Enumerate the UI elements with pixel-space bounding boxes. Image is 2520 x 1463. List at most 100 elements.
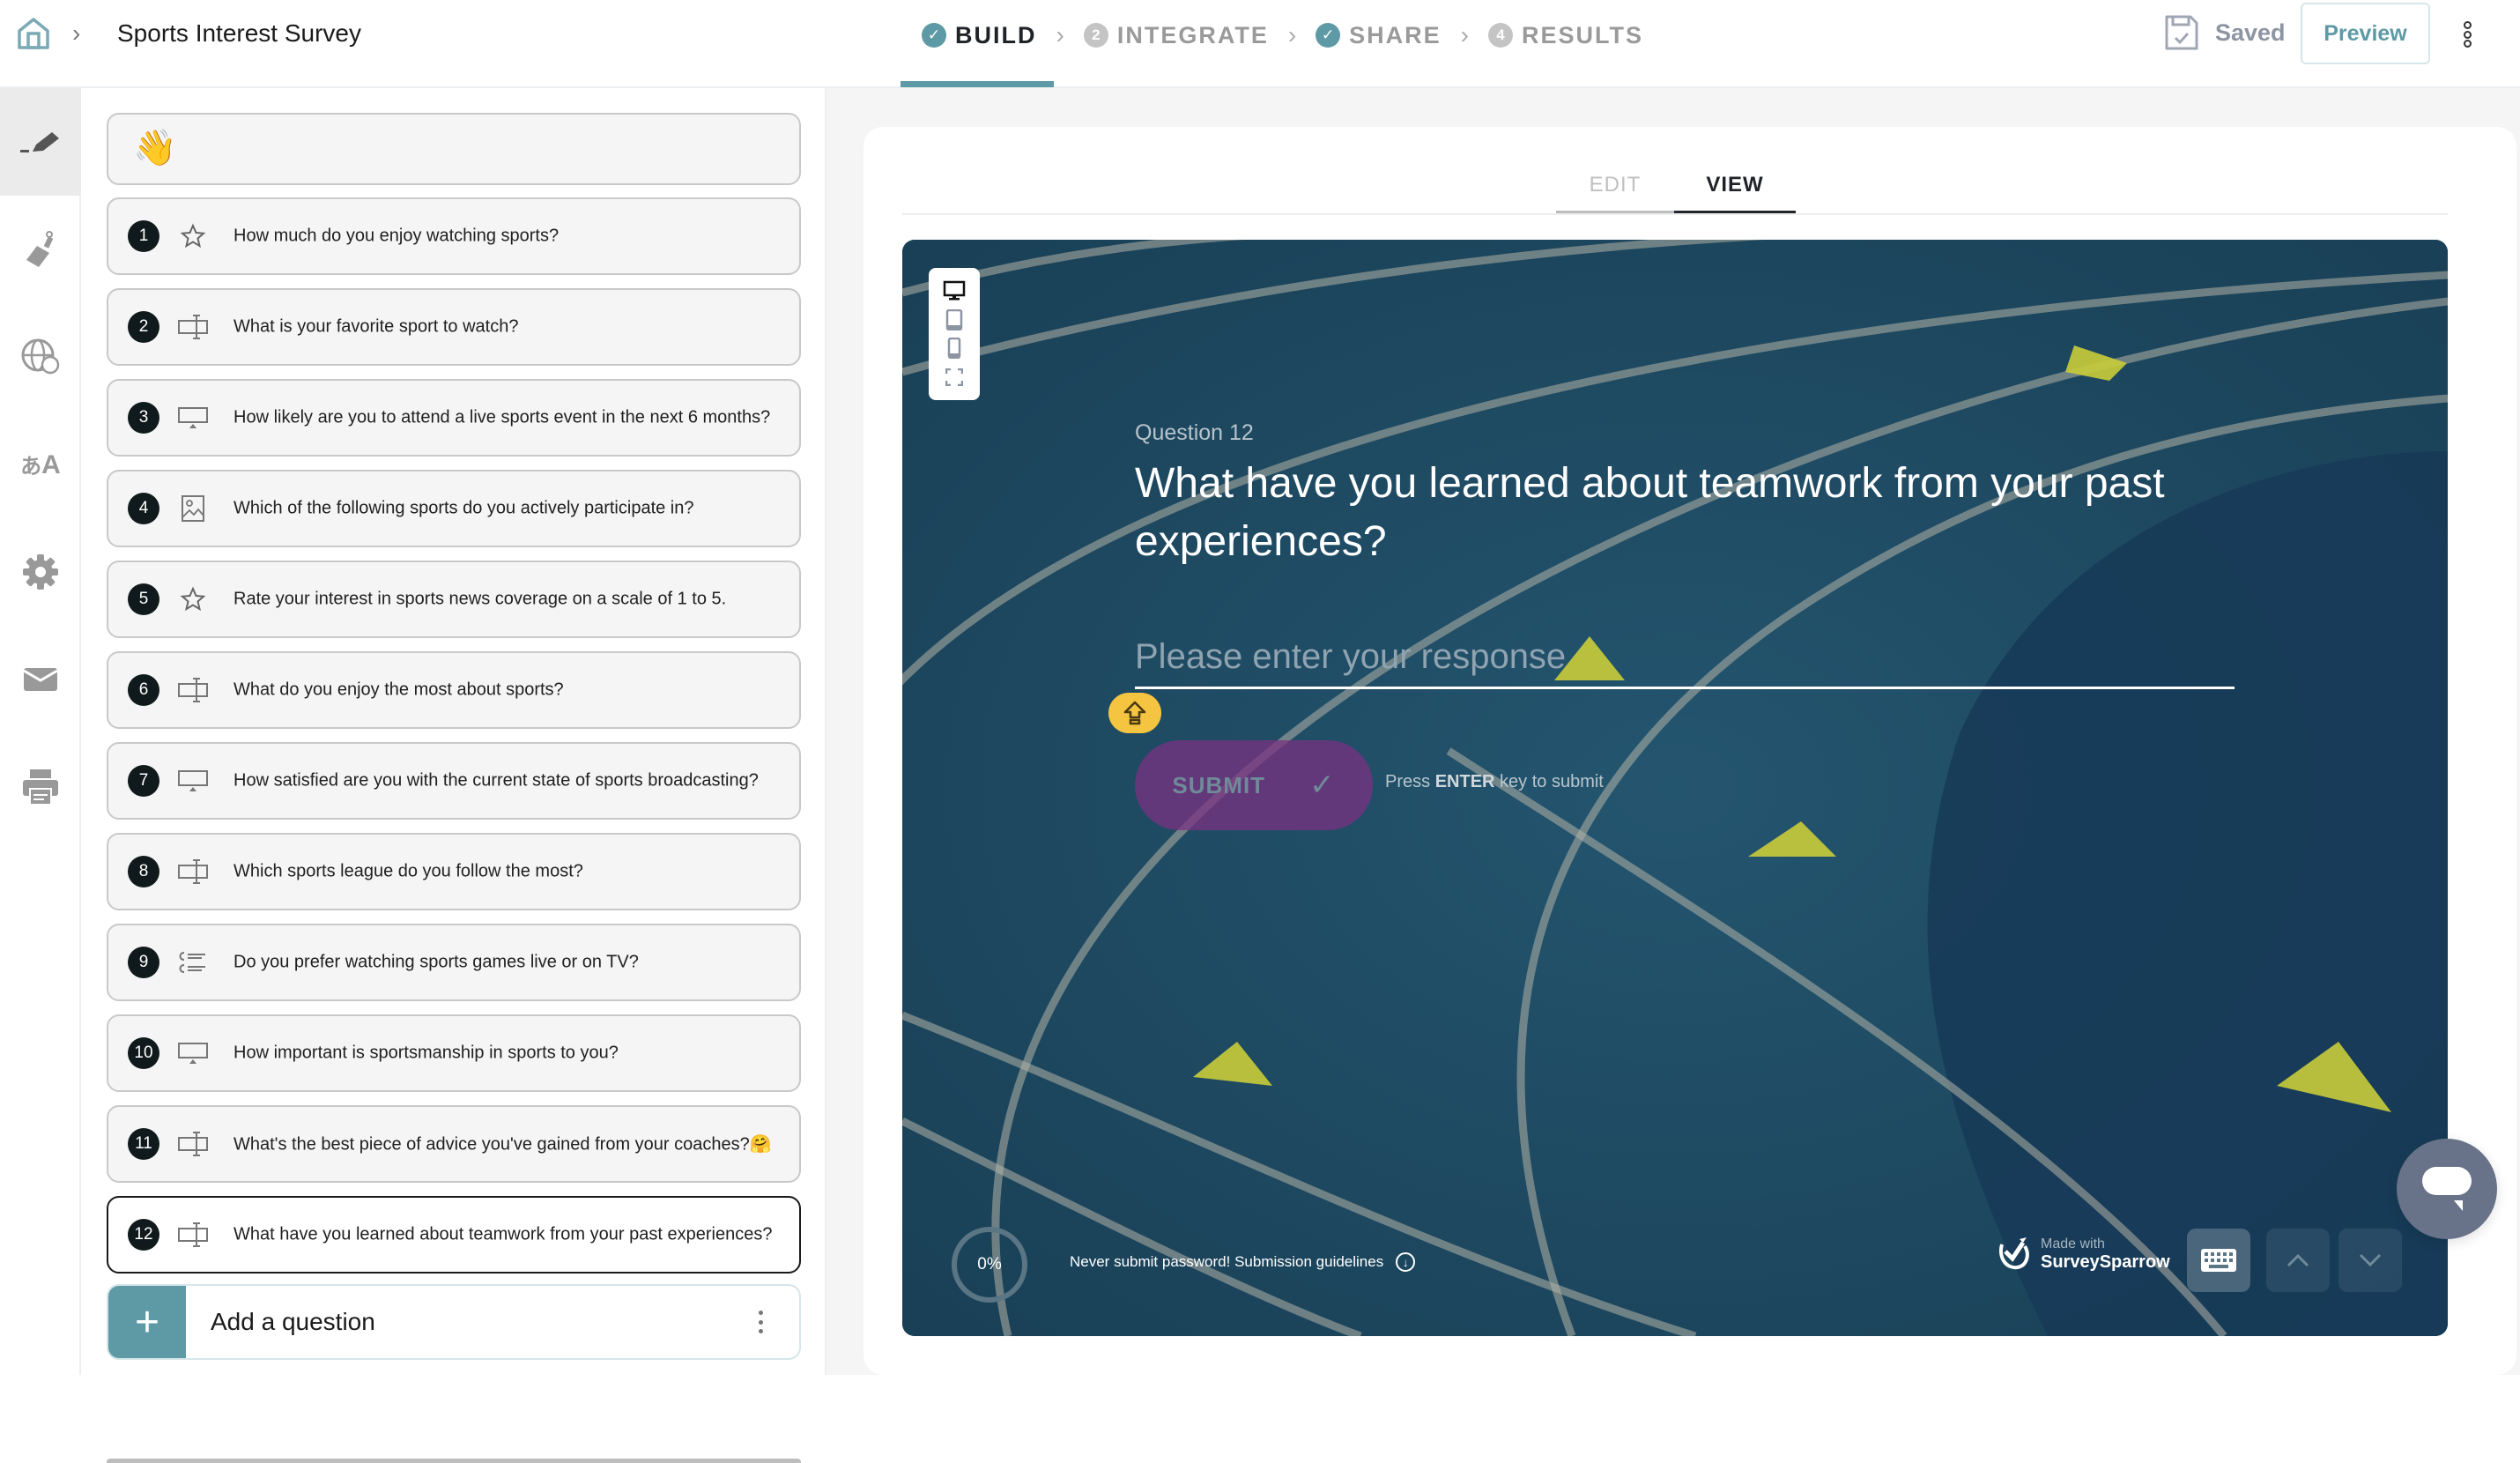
previous-question-button[interactable] [2266, 1229, 2330, 1292]
question-card[interactable]: 6 What do you enjoy the most about sports… [107, 651, 801, 729]
globe-icon [21, 338, 60, 375]
response-input[interactable] [1135, 628, 2235, 689]
progress-indicator: 0% [952, 1227, 1027, 1303]
keyboard-shortcuts-button[interactable] [2187, 1229, 2250, 1292]
question-card[interactable]: 5 Rate your interest in sports news cover… [107, 561, 801, 638]
question-text: Which of the following sports do you act… [233, 498, 694, 518]
star-icon [177, 220, 209, 252]
shift-enter-hint-button[interactable] [1108, 693, 1161, 733]
device-mobile[interactable] [941, 335, 967, 361]
device-switcher [929, 268, 980, 400]
save-status: Saved [2164, 14, 2286, 51]
surveysparrow-logo-icon [1999, 1237, 2029, 1270]
rail-item-print[interactable] [0, 733, 81, 841]
step-share[interactable]: ✓ SHARE [1316, 22, 1442, 49]
rail-item-web[interactable] [0, 303, 81, 411]
text-input-icon [177, 1219, 209, 1251]
editor-tabs: EDIT VIEW [1556, 159, 1796, 215]
arrow-down-circle-icon[interactable]: ↓ [1396, 1252, 1416, 1272]
device-tablet[interactable] [941, 307, 967, 333]
step-chevron-icon: › [1287, 21, 1297, 48]
choice-list-icon [177, 947, 209, 978]
next-question-button[interactable] [2338, 1229, 2402, 1292]
presentation-icon [177, 402, 209, 434]
question-card[interactable]: 10 How important is sportsmanship in spor… [107, 1014, 801, 1092]
question-number-badge: 12 [128, 1219, 159, 1251]
home-icon [18, 18, 49, 49]
check-icon: ✓ [922, 23, 946, 48]
add-question-button[interactable]: + Add a question [107, 1284, 801, 1360]
question-title: What have you learned about teamwork fro… [1135, 460, 2165, 565]
question-card[interactable]: 11 What's the best piece of advice you've… [107, 1105, 801, 1183]
step-label: RESULTS [1522, 21, 1644, 48]
rail-item-build[interactable] [0, 88, 81, 196]
plus-icon: + [108, 1286, 186, 1358]
add-question-label: Add a question [211, 1308, 375, 1335]
question-card[interactable]: 12 What have you learned about teamwork f… [107, 1196, 801, 1274]
mobile-icon [947, 338, 961, 360]
chevron-up-icon [2287, 1253, 2309, 1267]
question-number-badge: 5 [128, 583, 159, 615]
pen-icon [20, 132, 59, 152]
keyboard-icon [2201, 1249, 2236, 1272]
brand-name: SurveySparrow [2041, 1251, 2170, 1272]
question-text: What is your favorite sport to watch? [233, 316, 519, 337]
question-text: How satisfied are you with the current s… [233, 770, 759, 791]
made-with-label: Made with [2041, 1236, 2105, 1251]
question-text: How likely are you to attend a live spor… [233, 407, 771, 427]
step-chevron-icon: › [1460, 21, 1469, 48]
device-desktop[interactable] [941, 278, 967, 304]
question-card[interactable]: 1 How much do you enjoy watching sports? [107, 197, 801, 275]
breadcrumb-chevron-icon: › [72, 19, 81, 47]
question-number-badge: 4 [128, 493, 159, 524]
rail-item-design[interactable] [0, 196, 81, 303]
chevron-down-icon [2359, 1253, 2382, 1267]
question-text: What have you learned about teamwork fro… [233, 1224, 773, 1244]
question-card[interactable]: 9 Do you prefer watching sports games liv… [107, 924, 801, 1001]
more-options-icon[interactable] [2460, 21, 2474, 48]
device-fullscreen[interactable] [941, 364, 967, 390]
step-chevron-icon: › [1056, 21, 1064, 48]
welcome-card[interactable]: 👋 [107, 113, 801, 185]
saved-label: Saved [2215, 19, 2286, 46]
tab-view[interactable]: VIEW [1674, 159, 1796, 215]
shift-key-icon [1123, 701, 1146, 725]
questions-panel: 👋 1 How much do you enjoy watching sports… [81, 88, 826, 1463]
rail-item-settings[interactable] [0, 518, 81, 626]
submission-guidelines[interactable]: Never submit password! Submission guidel… [1070, 1252, 1416, 1272]
rail-item-email[interactable] [0, 626, 81, 733]
question-number-badge: 6 [128, 674, 159, 706]
question-text: What do you enjoy the most about sports? [233, 680, 564, 700]
question-card[interactable]: 4 Which of the following sports do you ac… [107, 470, 801, 547]
guidelines-text: Never submit password! Submission guidel… [1070, 1253, 1384, 1270]
question-number-badge: 8 [128, 856, 159, 887]
question-card[interactable]: 2 What is your favorite sport to watch? [107, 288, 801, 366]
step-label: SHARE [1349, 21, 1442, 48]
survey-title[interactable]: Sports Interest Survey [117, 19, 361, 48]
preview-button[interactable]: Preview [2301, 3, 2430, 64]
tab-edit[interactable]: EDIT [1556, 159, 1674, 215]
question-card[interactable]: 8 Which sports league do you follow the m… [107, 833, 801, 910]
envelope-icon [23, 668, 58, 691]
text-input-icon [177, 311, 209, 343]
home-button[interactable] [16, 16, 51, 51]
step-results[interactable]: 4 RESULTS [1488, 22, 1643, 49]
submit-button[interactable]: SUBMIT ✓ [1135, 740, 1373, 830]
rail-item-translate[interactable]: あA [0, 411, 81, 518]
printer-icon [23, 769, 58, 806]
step-integrate[interactable]: 2 INTEGRATE [1083, 21, 1269, 49]
made-with-badge[interactable]: Made with SurveySparrow [1997, 1236, 2170, 1273]
question-text: Which sports league do you follow the mo… [233, 861, 583, 881]
workflow-steps: ✓ BUILD › 2 INTEGRATE › ✓ SHARE › 4 RESU… [922, 18, 1643, 53]
add-question-more-icon[interactable] [759, 1311, 764, 1333]
checkmark-icon: ✓ [1309, 769, 1336, 802]
question-card[interactable]: 7 How satisfied are you with the current … [107, 742, 801, 820]
step-build[interactable]: ✓ BUILD [922, 22, 1037, 49]
question-card[interactable]: 3 How likely are you to attend a live spo… [107, 379, 801, 457]
question-number-label: Question 12 [1135, 420, 1254, 445]
question-number-badge: 2 [128, 311, 159, 343]
question-text: Do you prefer watching sports games live… [233, 952, 639, 972]
tablet-icon [945, 308, 963, 330]
chat-support-button[interactable] [2397, 1139, 2497, 1239]
step-label: INTEGRATE [1116, 21, 1269, 48]
